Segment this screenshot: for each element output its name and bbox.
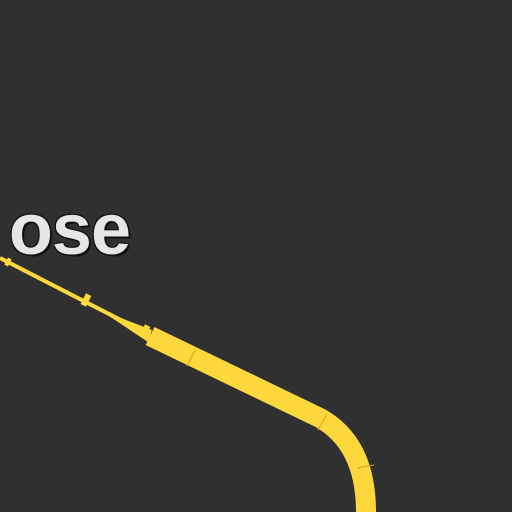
place-label: ose: [8, 190, 131, 270]
route-main-segment[interactable]: [145, 326, 376, 512]
map-canvas[interactable]: ose: [0, 0, 512, 512]
